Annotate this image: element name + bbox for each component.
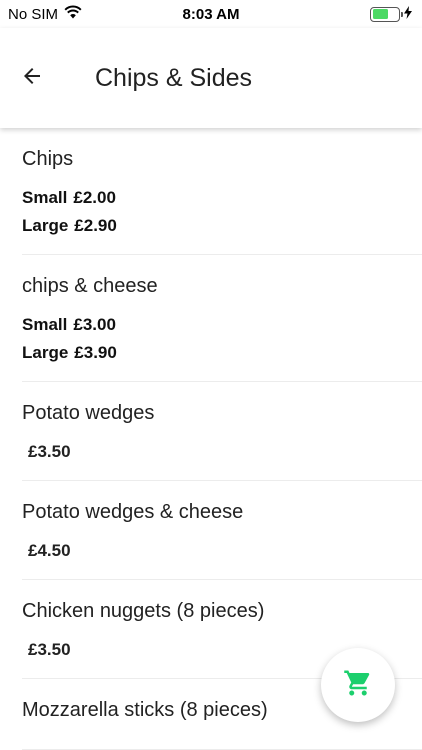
price-small: Small £2.00 <box>22 188 116 207</box>
wifi-icon <box>64 5 82 23</box>
back-button[interactable] <box>0 46 64 110</box>
carrier-label: No SIM <box>8 5 59 23</box>
battery-icon <box>370 6 403 22</box>
price-small: Small £3.00 <box>22 315 116 334</box>
item-price: £4.50 <box>28 541 71 560</box>
lightning-icon <box>404 5 412 23</box>
status-bar: No SIM 8:03 AM <box>0 0 422 28</box>
shopping-cart-icon <box>343 668 373 703</box>
menu-item-potato-wedges-cheese[interactable]: Potato wedges & cheese £4.50 <box>22 481 422 580</box>
item-name: Chips <box>22 148 74 170</box>
status-right <box>370 5 412 23</box>
menu-item-chips[interactable]: Chips Small £2.00 Large £2.90 <box>22 128 422 255</box>
item-name: Potato wedges & cheese <box>22 501 244 523</box>
item-name: chips & cheese <box>22 275 158 297</box>
item-name: Chicken nuggets (8 pieces) <box>22 600 265 622</box>
menu-item-potato-wedges[interactable]: Potato wedges £3.50 <box>22 382 422 481</box>
menu-item-chips-cheese[interactable]: chips & cheese Small £3.00 Large £3.90 <box>22 255 422 382</box>
cart-button[interactable] <box>321 648 395 722</box>
page-title: Chips & Sides <box>95 63 253 92</box>
item-price: £3.50 <box>28 442 71 461</box>
price-large: Large £2.90 <box>22 216 117 235</box>
status-left: No SIM <box>8 5 82 23</box>
arrow-left-icon <box>20 64 44 93</box>
item-name: Potato wedges <box>22 402 155 424</box>
app-bar: Chips & Sides <box>0 28 422 128</box>
price-large: Large £3.90 <box>22 343 117 362</box>
